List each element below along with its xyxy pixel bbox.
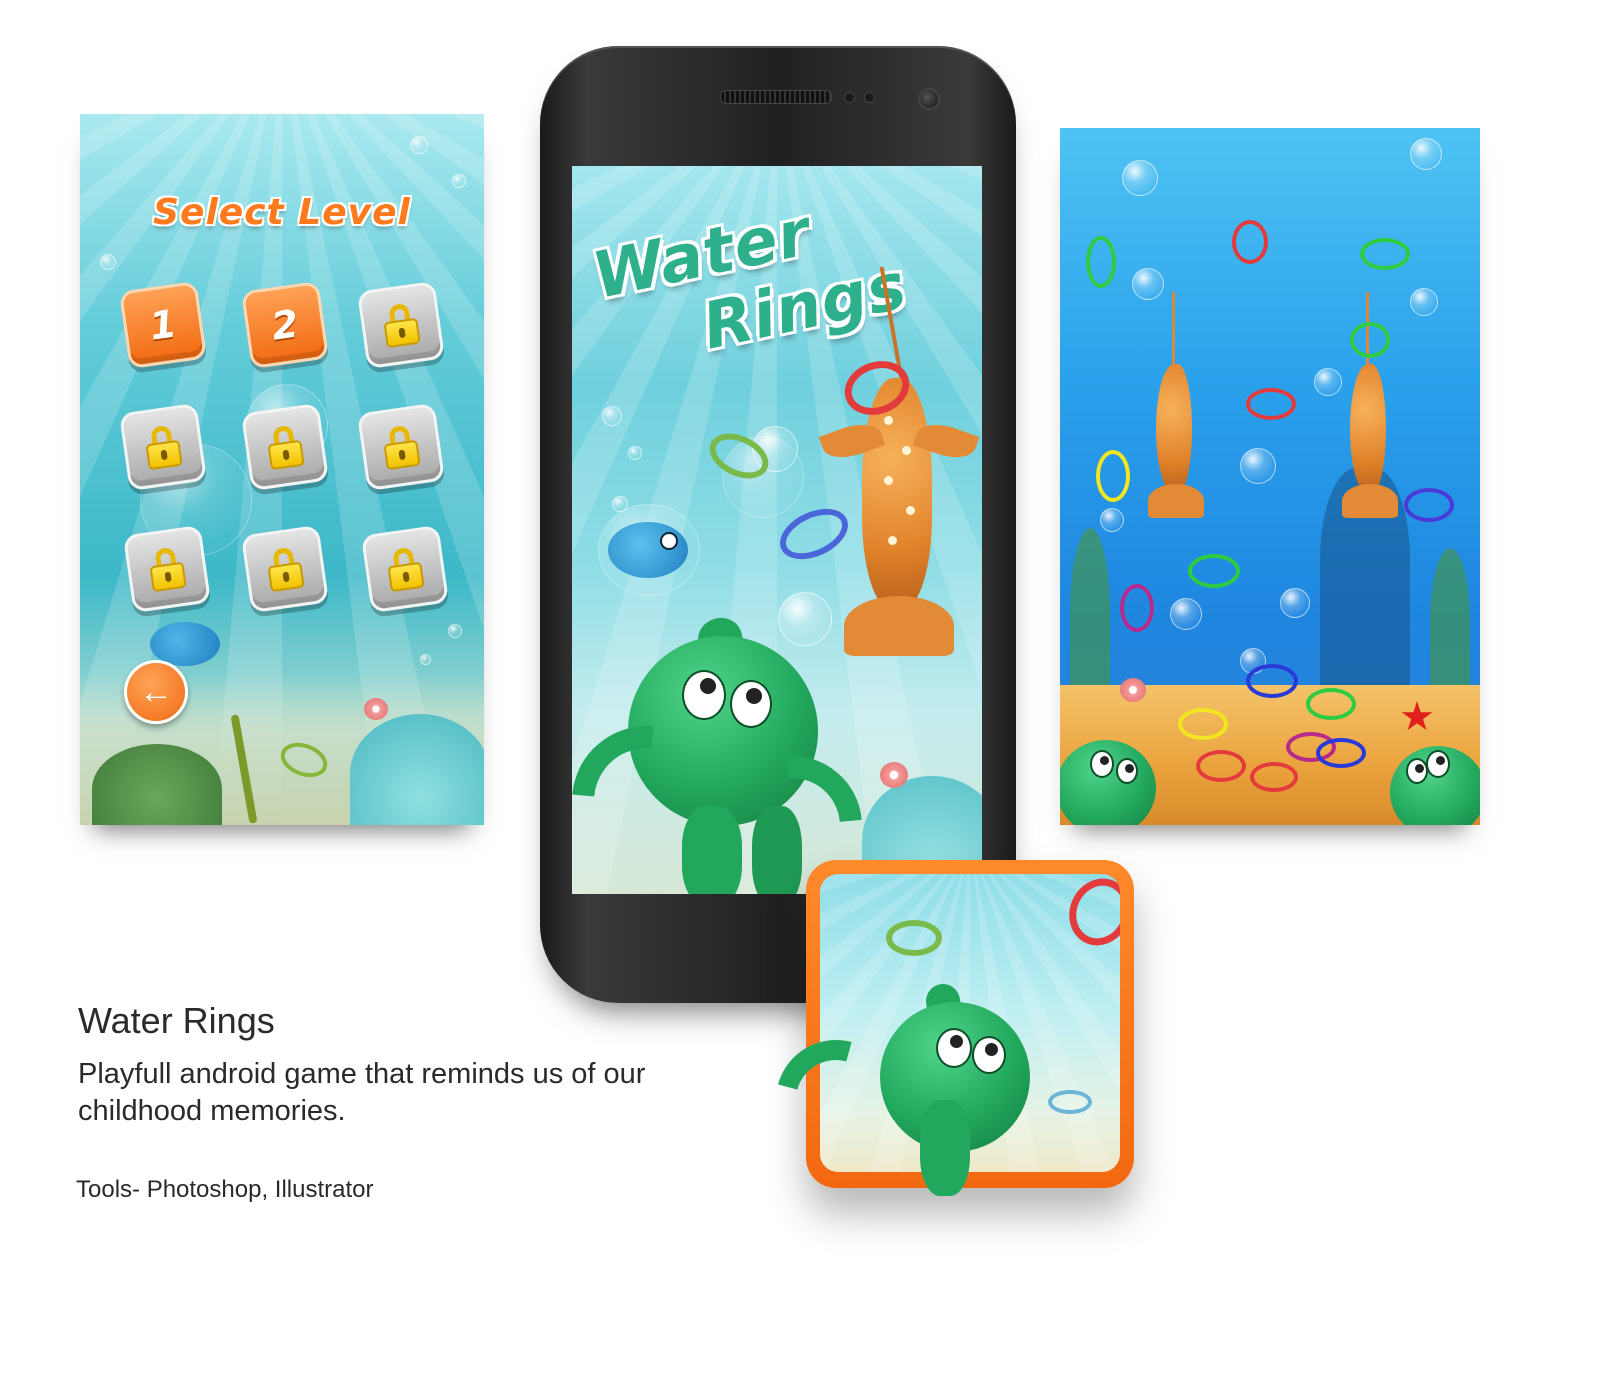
- shell-icon: [1120, 678, 1146, 702]
- bubble: [602, 406, 622, 426]
- level-7-locked[interactable]: [122, 524, 212, 614]
- swordfish-icon: [1350, 364, 1386, 494]
- padlock-icon: [265, 424, 305, 471]
- sensor: [864, 92, 875, 103]
- starfish-icon: ★: [1399, 695, 1435, 739]
- octopus-eye: [730, 680, 772, 728]
- level-4-locked[interactable]: [118, 402, 208, 492]
- green-ring-icon: [1306, 688, 1356, 720]
- bubble: [420, 654, 431, 665]
- coral-icon: [92, 744, 222, 825]
- red-ring-icon: [1246, 388, 1296, 420]
- tail-fin: [1342, 484, 1398, 518]
- bubble: [410, 136, 428, 154]
- tail-fin: [844, 596, 954, 656]
- green-ring-icon: [1188, 554, 1240, 588]
- bubble: [100, 254, 116, 270]
- speaker-grill: [720, 90, 832, 104]
- red-ring-icon: [1232, 220, 1268, 264]
- splash-screen: Water Rings: [572, 166, 982, 894]
- blue-ring-icon: [1316, 738, 1366, 768]
- level-6-locked[interactable]: [356, 402, 446, 492]
- red-ring-icon: [1250, 762, 1298, 792]
- red-ring-icon: [1196, 750, 1246, 782]
- level-8-locked[interactable]: [240, 524, 330, 614]
- level-9-locked[interactable]: [360, 524, 450, 614]
- gameplay-screen: ★: [1060, 128, 1480, 825]
- yellow-ring-icon: [1096, 450, 1130, 502]
- padlock-icon: [385, 546, 425, 593]
- magenta-ring-icon: [1120, 584, 1154, 632]
- blue-fish-icon: [608, 522, 688, 578]
- back-button[interactable]: ←: [124, 660, 188, 724]
- green-ring-icon: [1350, 322, 1390, 358]
- shell-icon: [364, 698, 388, 720]
- octopus-eye: [1090, 750, 1114, 778]
- blue-ring-icon: [1048, 1090, 1092, 1114]
- bubble: [628, 446, 642, 460]
- green-ring-icon: [886, 920, 942, 956]
- project-description: Playfull android game that reminds us of…: [78, 1058, 646, 1127]
- level-number: 2: [268, 301, 302, 349]
- anemone-icon: [350, 714, 484, 825]
- seaweed-icon: [1430, 548, 1470, 698]
- octopus-eye: [682, 670, 726, 720]
- padlock-icon: [147, 546, 187, 593]
- blue-ring-icon: [1246, 664, 1298, 698]
- sensor: [844, 92, 855, 103]
- swordfish-bill: [1172, 292, 1175, 372]
- octopus-eye: [1406, 758, 1428, 784]
- tentacle: [920, 1100, 970, 1196]
- level-1-button[interactable]: 1: [118, 280, 208, 370]
- octopus-eye: [972, 1036, 1006, 1074]
- padlock-icon: [381, 424, 421, 471]
- bubble: [1122, 160, 1158, 196]
- octopus-eye: [936, 1028, 972, 1068]
- green-ring-icon: [1360, 238, 1410, 270]
- level-2-button[interactable]: 2: [240, 280, 330, 370]
- arrow-left-icon: ←: [139, 672, 173, 711]
- bubble: [778, 592, 832, 646]
- shell-icon: [880, 762, 908, 788]
- level-3-locked[interactable]: [356, 280, 446, 370]
- level-5-locked[interactable]: [240, 402, 330, 492]
- tail-fin: [1148, 484, 1204, 518]
- select-level-title: Select Level: [153, 192, 411, 233]
- octopus-eye: [1426, 750, 1450, 778]
- bubble: [1132, 268, 1164, 300]
- bubble: [1410, 288, 1438, 316]
- tentacle: [682, 806, 742, 894]
- bubble: [1170, 598, 1202, 630]
- bubble: [1314, 368, 1342, 396]
- level-number: 1: [146, 301, 180, 349]
- project-title: Water Rings: [78, 1000, 275, 1041]
- octopus-eye: [1116, 758, 1138, 784]
- padlock-icon: [265, 546, 305, 593]
- padlock-icon: [143, 424, 183, 471]
- padlock-icon: [381, 302, 421, 349]
- swordfish-icon: [1156, 364, 1192, 494]
- green-ring-icon: [1086, 236, 1116, 288]
- blue-ring-icon: [1404, 488, 1454, 522]
- tentacle: [752, 806, 802, 894]
- bubble: [1280, 588, 1310, 618]
- yellow-ring-icon: [1178, 708, 1228, 740]
- tools-used: Tools- Photoshop, Illustrator: [76, 1176, 374, 1203]
- bubble: [448, 624, 462, 638]
- seaweed-icon: [1070, 528, 1110, 698]
- bubble: [452, 174, 466, 188]
- bubble: [1100, 508, 1124, 532]
- bubble: [1240, 448, 1276, 484]
- front-camera-icon: [918, 88, 940, 110]
- bubble: [1410, 138, 1442, 170]
- fish-eye: [660, 532, 678, 550]
- level-select-screen: Select Level 1 2 ←: [80, 114, 484, 825]
